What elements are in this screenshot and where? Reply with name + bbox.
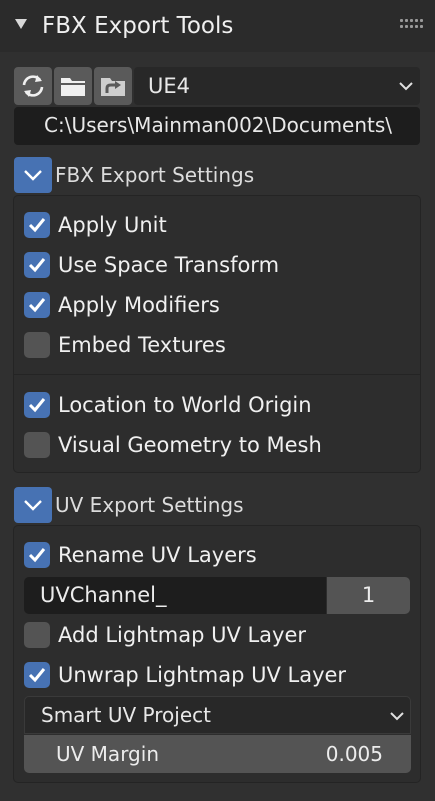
panel-title: FBX Export Tools (42, 13, 234, 39)
export-path-field[interactable]: C:\Users\Mainman002\Documents\ (14, 107, 420, 145)
drag-grip-icon[interactable] (400, 19, 424, 33)
checkbox-checked[interactable] (24, 212, 50, 238)
checkbox-checked[interactable] (24, 252, 50, 278)
uv-settings-toggle[interactable] (14, 487, 52, 523)
checkmark-icon (28, 298, 46, 313)
option-label: Apply Unit (58, 213, 167, 237)
fbx-settings-title: FBX Export Settings (55, 163, 255, 187)
preset-value: UE4 (148, 74, 190, 98)
triangle-down-icon[interactable] (14, 17, 28, 31)
panel-header[interactable]: FBX Export Tools (0, 0, 435, 52)
export-icon (101, 78, 125, 96)
checkbox-checked[interactable] (24, 292, 50, 318)
uv-channel-name-field[interactable]: UVChannel_ (24, 577, 326, 614)
refresh-button[interactable] (14, 67, 52, 105)
divider (14, 374, 420, 375)
checkbox-unchecked[interactable] (24, 622, 50, 648)
option-label: Rename UV Layers (58, 543, 257, 567)
option-label: Add Lightmap UV Layer (58, 623, 307, 647)
checkbox-unchecked[interactable] (24, 332, 50, 358)
uv-margin-label: UV Margin (56, 742, 159, 766)
uv-margin-value: 0.005 (325, 742, 383, 766)
chevron-down-icon (399, 82, 413, 91)
folder-icon (61, 78, 85, 96)
open-folder-button[interactable] (54, 67, 92, 105)
checkmark-icon (28, 398, 46, 413)
unwrap-method-dropdown[interactable]: Smart UV Project (24, 696, 411, 734)
checkmark-icon (28, 258, 46, 273)
fbx-settings-toggle[interactable] (14, 157, 52, 193)
option-label: Visual Geometry to Mesh (58, 433, 322, 457)
checkbox-checked[interactable] (24, 662, 50, 688)
option-label: Unwrap Lightmap UV Layer (58, 663, 347, 687)
preset-dropdown[interactable]: UE4 (134, 67, 420, 105)
uv-channel-index-field[interactable]: 1 (327, 577, 410, 614)
option-label: Embed Textures (58, 333, 226, 357)
refresh-icon (22, 75, 44, 97)
export-button[interactable] (94, 67, 132, 105)
chevron-down-icon (390, 712, 404, 721)
unwrap-method-value: Smart UV Project (41, 703, 211, 727)
checkbox-checked[interactable] (24, 542, 50, 568)
chevron-down-icon (24, 170, 42, 181)
checkmark-icon (28, 548, 46, 563)
uv-margin-slider[interactable]: UV Margin 0.005 (24, 735, 411, 773)
checkmark-icon (28, 668, 46, 683)
uv-settings-title: UV Export Settings (55, 493, 244, 517)
checkbox-checked[interactable] (24, 392, 50, 418)
checkbox-unchecked[interactable] (24, 432, 50, 458)
checkmark-icon (28, 218, 46, 233)
option-label: Apply Modifiers (58, 293, 220, 317)
option-label: Location to World Origin (58, 393, 312, 417)
chevron-down-icon (24, 500, 42, 511)
option-label: Use Space Transform (58, 253, 280, 277)
